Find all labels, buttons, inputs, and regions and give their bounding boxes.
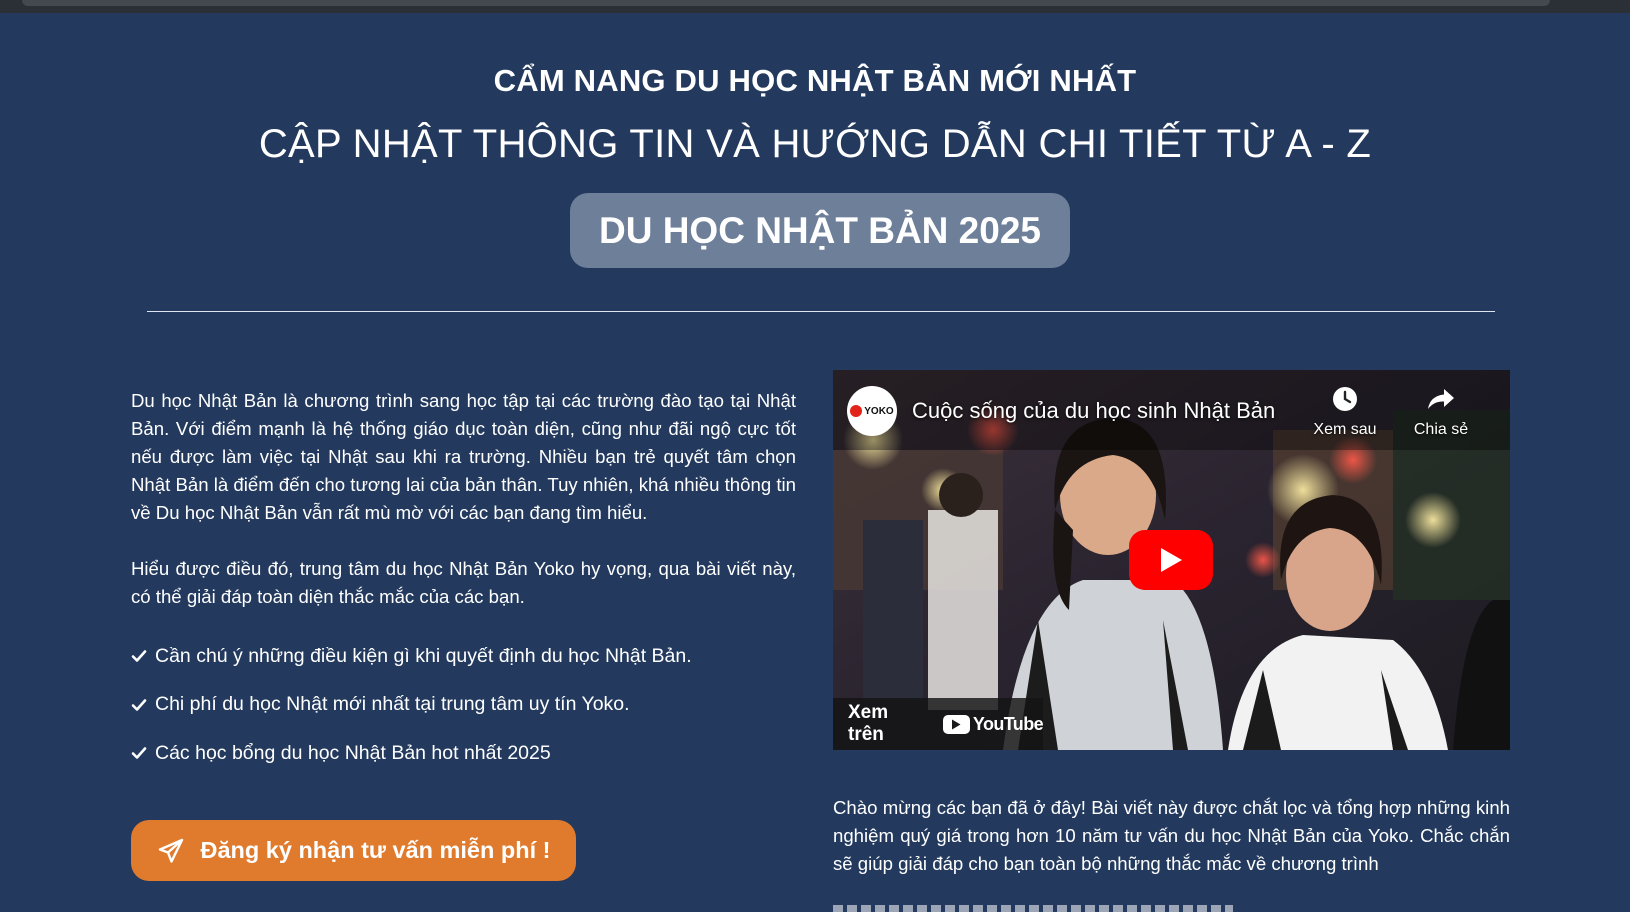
section-kicker: CẨM NANG DU HỌC NHẬT BẢN MỚI NHẤT [493, 63, 1137, 98]
paper-plane-icon [158, 838, 183, 863]
list-item: Các học bổng du học Nhật Bản hot nhất 20… [131, 740, 796, 766]
list-item-label: Chi phí du học Nhật mới nhất tại trung t… [155, 693, 630, 715]
check-icon [131, 650, 147, 662]
intro-paragraph-2: Hiểu được điều đó, trung tâm du học Nhật… [131, 558, 796, 607]
youtube-play-icon [942, 714, 970, 734]
check-icon [131, 698, 147, 711]
check-icon [131, 747, 147, 759]
scrollbar-track[interactable] [22, 0, 1550, 6]
section-divider [147, 311, 1495, 312]
browser-scrollbar[interactable] [0, 0, 1630, 13]
clock-icon [1333, 387, 1357, 411]
watch-on-youtube-link[interactable]: Xem trên YouTube [833, 698, 1044, 750]
watch-on-label: Xem trên [848, 702, 889, 745]
share-arrow-icon [1428, 389, 1454, 409]
youtube-wordmark: YouTube [972, 713, 1044, 734]
intro-paragraph-1: Du học Nhật Bản là chương trình sang học… [131, 390, 796, 523]
share-button[interactable]: Chia sẻ [1401, 385, 1481, 439]
list-item-label: Các học bổng du học Nhật Bản hot nhất 20… [155, 741, 551, 764]
list-item-label: Cần chú ý những điều kiện gì khi quyết đ… [155, 644, 692, 667]
logo-dot [850, 405, 863, 417]
play-button[interactable] [1129, 530, 1213, 590]
channel-logo-text: YOKO [864, 405, 894, 417]
watch-later-button[interactable]: Xem sau [1305, 385, 1385, 439]
free-consult-label: Đăng ký nhận tư vấn miễn phí ! [200, 837, 551, 863]
intro-text: Du học Nhật Bản là chương trình sang học… [131, 387, 796, 611]
welcome-paragraph: Chào mừng các bạn đã ở đây! Bài viết này… [833, 797, 1510, 874]
youtube-logo: YouTube [942, 713, 1044, 735]
year-badge: DU HỌC NHẬT BẢN 2025 [570, 193, 1070, 268]
channel-logo[interactable]: YOKO [847, 386, 897, 436]
cut-off-text-line [833, 905, 1233, 912]
youtube-video-embed[interactable]: YOKO Cuộc sống của du học sinh Nhật Bản … [833, 370, 1510, 750]
video-title[interactable]: Cuộc sống của du học sinh Nhật Bản [912, 398, 1275, 424]
page-headline: CẬP NHẬT THÔNG TIN VÀ HƯỚNG DẪN CHI TIẾT… [258, 122, 1372, 166]
benefit-checklist: Cần chú ý những điều kiện gì khi quyết đ… [131, 643, 796, 789]
watch-later-label: Xem sau [1313, 421, 1377, 438]
share-label: Chia sẻ [1413, 421, 1469, 438]
free-consult-button[interactable]: Đăng ký nhận tư vấn miễn phí ! [131, 820, 576, 881]
list-item: Chi phí du học Nhật mới nhất tại trung t… [131, 692, 796, 718]
list-item: Cần chú ý những điều kiện gì khi quyết đ… [131, 643, 796, 669]
play-icon [1161, 548, 1182, 572]
